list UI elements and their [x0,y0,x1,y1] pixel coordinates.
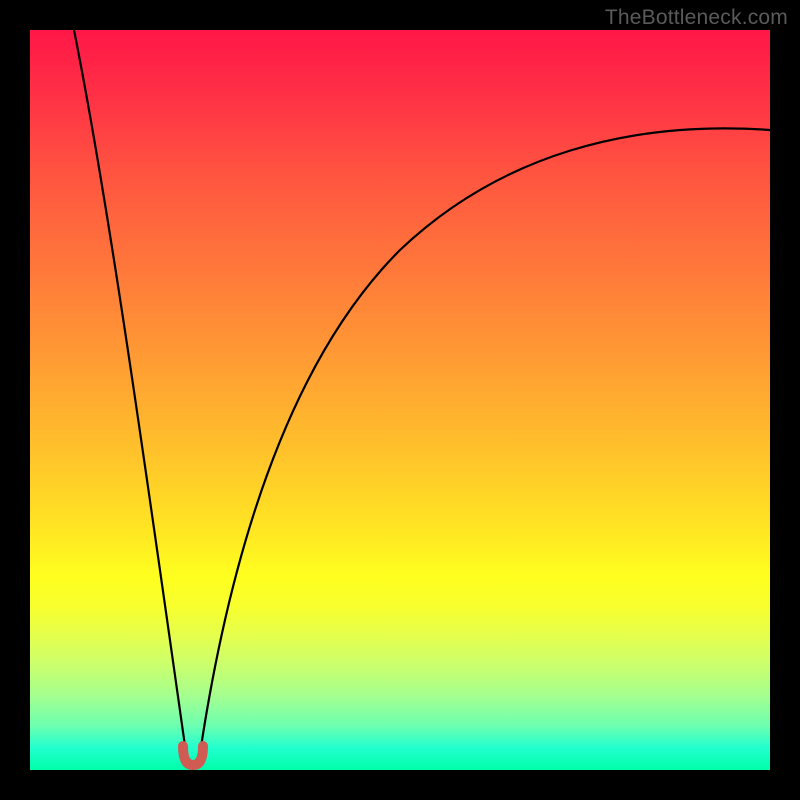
minimum-marker [183,746,203,765]
curve-right-branch [199,128,770,760]
watermark-text: TheBottleneck.com [605,6,788,30]
chart-svg [30,30,770,770]
chart-frame: TheBottleneck.com [0,0,800,800]
chart-plot-area [30,30,770,770]
curve-left-branch [74,30,187,760]
